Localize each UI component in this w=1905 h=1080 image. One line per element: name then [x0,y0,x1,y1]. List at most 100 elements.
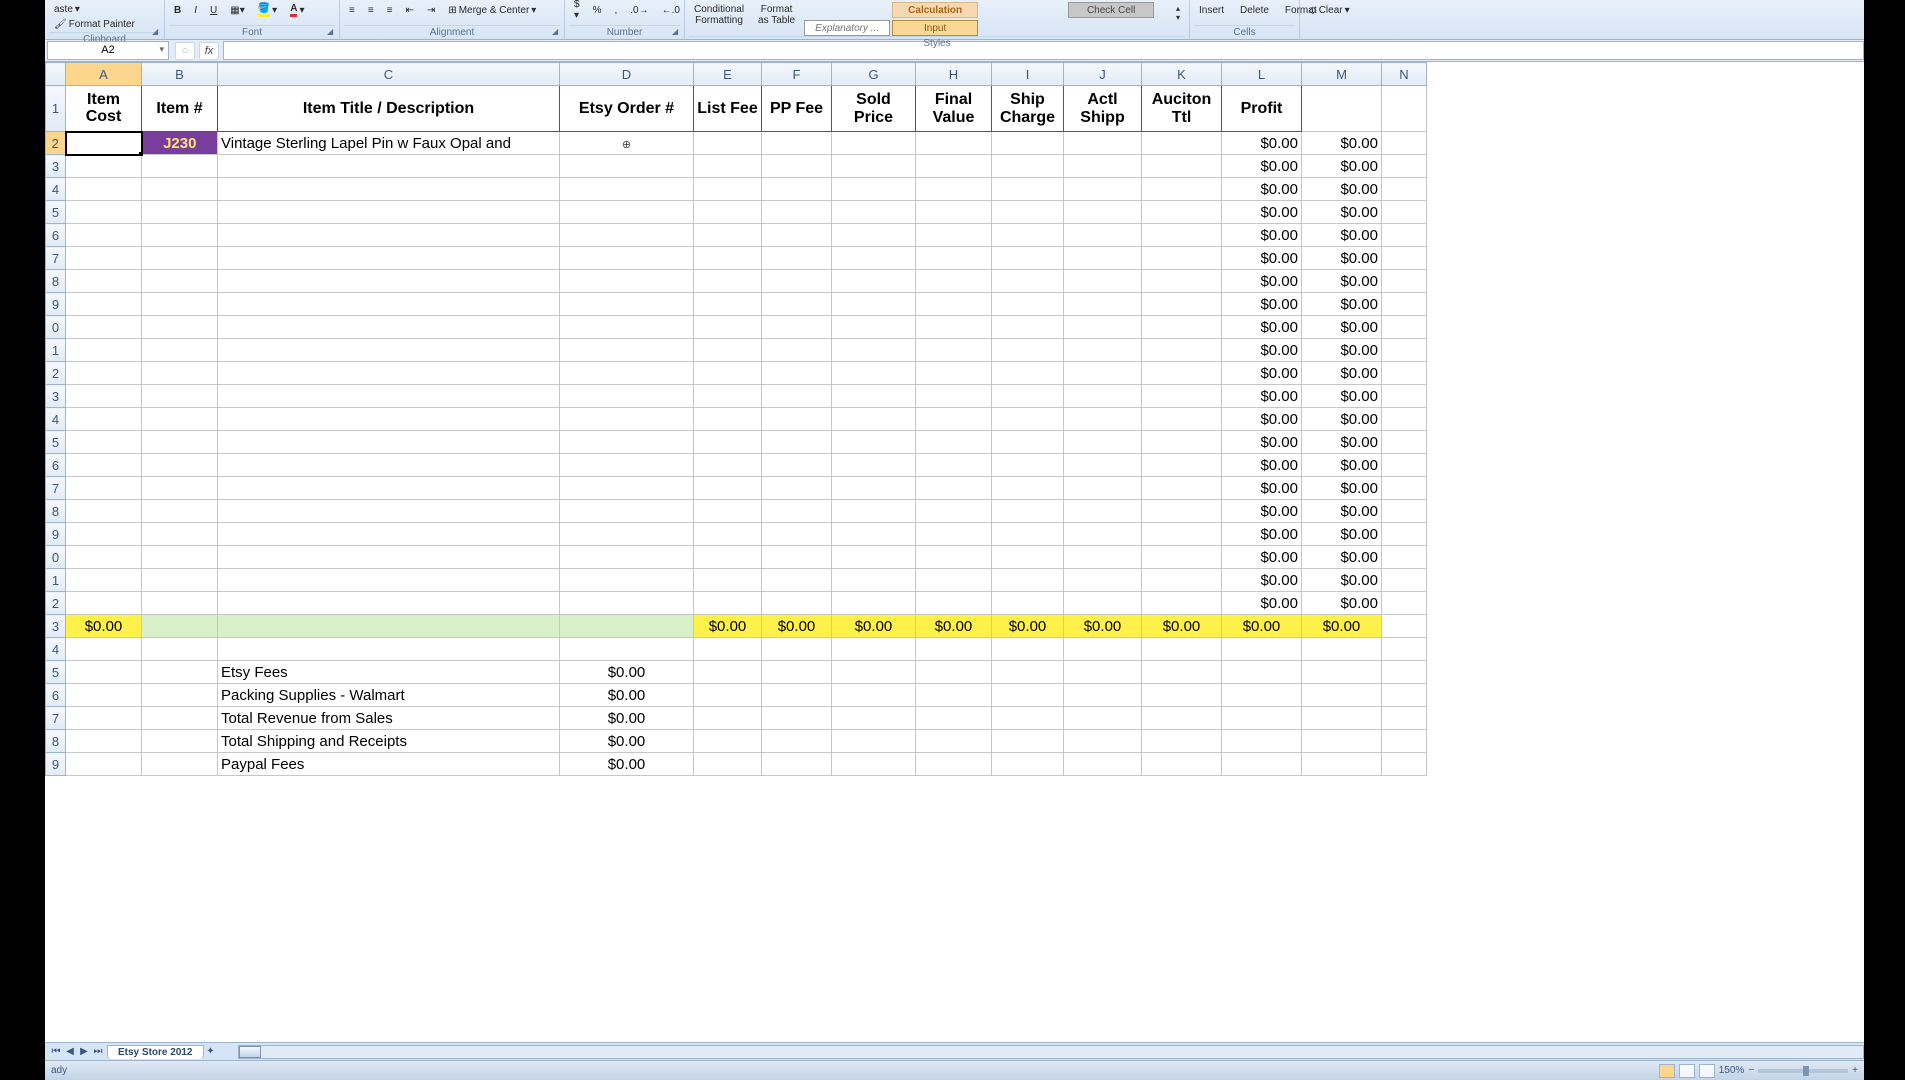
cell[interactable] [694,293,762,316]
cell[interactable] [916,523,992,546]
cell[interactable] [142,362,218,385]
cell[interactable] [832,753,916,776]
cell[interactable] [218,247,560,270]
cell[interactable] [1302,707,1382,730]
cell[interactable] [1142,707,1222,730]
cell[interactable]: $0.00 [1302,385,1382,408]
row-header-26[interactable]: 6 [46,684,66,707]
cell[interactable] [1382,546,1427,569]
cell[interactable] [916,569,992,592]
cell[interactable]: $0.00 [1302,408,1382,431]
row-header-21[interactable]: 1 [46,569,66,592]
cell[interactable] [992,477,1064,500]
cell[interactable]: $0.00 [1222,293,1302,316]
cell[interactable]: $0.00 [1302,523,1382,546]
row-header-2[interactable]: 2 [46,132,66,155]
cell[interactable]: $0.00 [1222,201,1302,224]
cell[interactable]: $0.00 [1222,339,1302,362]
row-header-29[interactable]: 9 [46,753,66,776]
cell[interactable] [832,201,916,224]
row-header-28[interactable]: 8 [46,730,66,753]
summary-value[interactable]: $0.00 [560,707,694,730]
cell[interactable] [1382,431,1427,454]
cell[interactable] [1064,155,1142,178]
col-header-A[interactable]: A [66,63,142,86]
cell[interactable] [762,523,832,546]
cell[interactable] [1064,201,1142,224]
summary-value[interactable]: $0.00 [560,730,694,753]
cell[interactable] [66,408,142,431]
summary-value[interactable]: $0.00 [560,753,694,776]
format-painter-button[interactable]: 🖌 Format Painter [49,17,140,32]
cell[interactable] [694,684,762,707]
cell[interactable] [992,316,1064,339]
cell[interactable] [694,753,762,776]
header-cell[interactable]: PP Fee [762,86,832,132]
cell[interactable] [992,569,1064,592]
cell[interactable] [694,592,762,615]
cell[interactable] [1142,523,1222,546]
cell[interactable] [218,454,560,477]
cell[interactable] [142,592,218,615]
cell[interactable] [218,592,560,615]
cell[interactable] [1222,707,1302,730]
cell[interactable] [1302,753,1382,776]
cell[interactable] [1064,454,1142,477]
cell[interactable] [1382,408,1427,431]
cell[interactable] [992,500,1064,523]
header-cell[interactable]: Auciton Ttl [1142,86,1222,132]
cell[interactable] [218,638,560,661]
cell[interactable] [142,500,218,523]
sheet-tab-active[interactable]: Etsy Store 2012 [107,1045,204,1059]
cell[interactable] [66,431,142,454]
cell[interactable] [992,431,1064,454]
cell[interactable] [694,569,762,592]
row-header-10[interactable]: 0 [46,316,66,339]
cell[interactable] [1382,339,1427,362]
col-header-G[interactable]: G [832,63,916,86]
cell[interactable] [762,730,832,753]
cell[interactable] [992,155,1064,178]
cell[interactable] [218,615,560,638]
cell[interactable] [992,684,1064,707]
cell[interactable] [66,178,142,201]
cell[interactable] [142,408,218,431]
cell[interactable] [1142,408,1222,431]
cell[interactable] [992,523,1064,546]
cell[interactable]: $0.00 [1222,362,1302,385]
cell[interactable]: Vintage Sterling Lapel Pin w Faux Opal a… [218,132,560,155]
cell[interactable]: $0.00 [1222,615,1302,638]
cell[interactable] [560,155,694,178]
cell[interactable]: $0.00 [1302,224,1382,247]
cell[interactable] [694,500,762,523]
cell[interactable] [1064,500,1142,523]
cell[interactable] [560,638,694,661]
cell[interactable]: ⊕ [560,132,694,155]
cell[interactable] [142,569,218,592]
cell[interactable] [992,224,1064,247]
cell[interactable] [1382,293,1427,316]
cell[interactable] [1382,247,1427,270]
cell[interactable] [142,730,218,753]
cell[interactable] [1382,615,1427,638]
cell[interactable] [1064,339,1142,362]
cell[interactable]: $0.00 [1142,615,1222,638]
cell[interactable] [142,454,218,477]
cell[interactable] [916,247,992,270]
cell[interactable]: $0.00 [1222,132,1302,155]
cell[interactable] [916,638,992,661]
cell[interactable] [66,661,142,684]
cell[interactable] [142,316,218,339]
cell[interactable] [762,316,832,339]
row-header-24[interactable]: 4 [46,638,66,661]
cell[interactable] [218,178,560,201]
cell[interactable] [832,684,916,707]
cell[interactable] [1064,707,1142,730]
cell[interactable] [66,546,142,569]
cell[interactable] [142,247,218,270]
cell[interactable] [1222,730,1302,753]
style-explanatory[interactable]: Explanatory ... [804,20,890,36]
cell[interactable] [762,178,832,201]
style-input[interactable]: Input [892,20,978,36]
cell[interactable] [560,408,694,431]
